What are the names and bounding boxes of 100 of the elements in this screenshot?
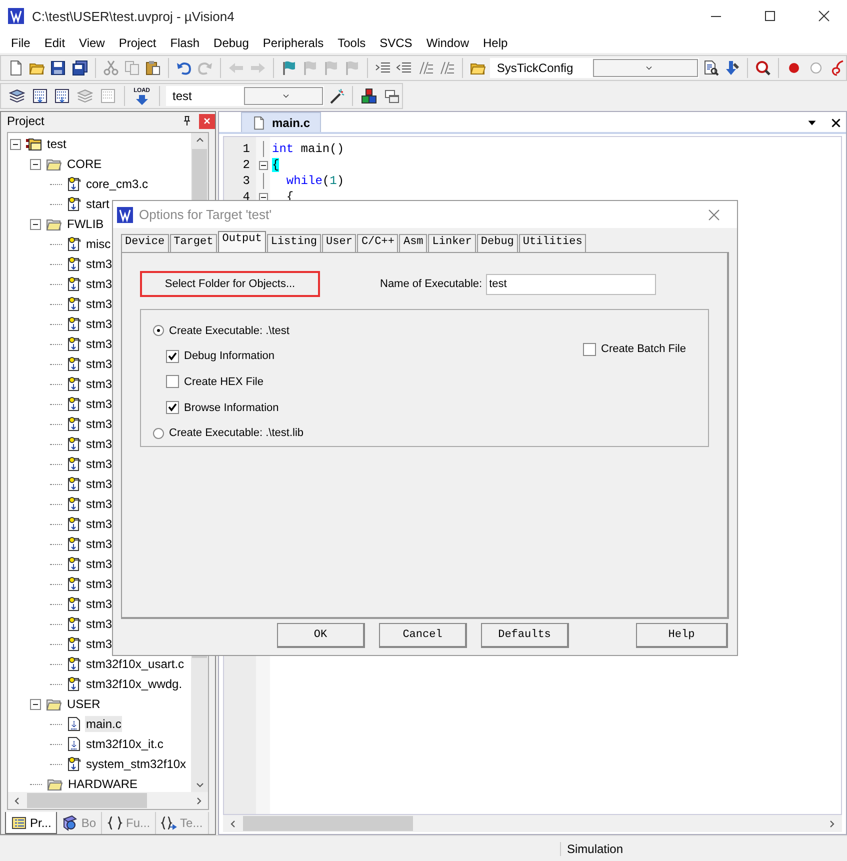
- tree-item[interactable]: FWLIB: [66, 216, 105, 232]
- tree-item[interactable]: stm3: [85, 556, 114, 572]
- tree-item[interactable]: CORE: [66, 156, 103, 172]
- menu-item[interactable]: Help: [476, 34, 515, 52]
- dialog-tab[interactable]: Device: [121, 234, 169, 252]
- maximize-icon: [762, 8, 778, 24]
- tree-item[interactable]: stm3: [85, 256, 114, 272]
- layers-icon: [8, 88, 25, 104]
- tree-item[interactable]: start: [85, 196, 110, 212]
- executable-name-field[interactable]: test: [486, 274, 656, 294]
- radio-button[interactable]: [153, 428, 164, 439]
- field-label: Name of Executable:: [380, 278, 482, 290]
- menu-item[interactable]: Project: [112, 34, 164, 52]
- checkbox[interactable]: [166, 375, 179, 388]
- tree-item[interactable]: stm3: [85, 356, 114, 372]
- menu-item[interactable]: File: [4, 34, 38, 52]
- collapse-toggle-icon[interactable]: [30, 218, 41, 230]
- tree-item[interactable]: HARDWARE: [67, 776, 139, 792]
- dialog-tab[interactable]: Listing: [266, 234, 322, 252]
- fold-toggle-icon[interactable]: [258, 192, 268, 202]
- blocks-button[interactable]: [359, 86, 380, 106]
- panel-close-button[interactable]: [199, 114, 215, 128]
- scroll-thumb[interactable]: [243, 816, 413, 831]
- checkbox[interactable]: [166, 401, 179, 414]
- back-arrow-icon: [228, 60, 244, 76]
- menu-item[interactable]: Edit: [37, 34, 72, 52]
- dialog-button[interactable]: OK: [277, 623, 365, 648]
- radio-button[interactable]: [153, 325, 164, 336]
- tree-item[interactable]: stm3: [85, 576, 114, 592]
- document-search-button[interactable]: [702, 58, 720, 78]
- search-button[interactable]: [754, 58, 772, 78]
- tree-item[interactable]: stm3: [85, 336, 114, 352]
- checkbox[interactable]: [583, 342, 596, 356]
- dialog-tab[interactable]: User: [322, 234, 356, 252]
- tree-item[interactable]: stm3: [85, 316, 114, 332]
- tree-item[interactable]: stm3: [85, 276, 114, 292]
- clipboard-button[interactable]: [144, 58, 162, 78]
- save-button[interactable]: [49, 58, 68, 78]
- horizontal-scrollbar[interactable]: [223, 815, 842, 832]
- tree-item[interactable]: misc: [85, 236, 112, 252]
- collapse-toggle-icon[interactable]: [30, 158, 41, 170]
- project-folder-icon: [25, 136, 43, 152]
- tree-item[interactable]: stm3: [85, 636, 114, 652]
- close-icon: [202, 116, 212, 126]
- tree-item[interactable]: stm3: [85, 396, 114, 412]
- target-combo[interactable]: test: [166, 86, 324, 106]
- tree-item[interactable]: stm3: [85, 536, 114, 552]
- tree-item[interactable]: core_cm3.c: [85, 176, 150, 192]
- function-combo[interactable]: SysTickConfig: [490, 58, 700, 78]
- dialog-tab[interactable]: Debug: [476, 234, 518, 252]
- tree-item[interactable]: test: [46, 136, 68, 152]
- tree-item[interactable]: stm3: [85, 616, 114, 632]
- tree-item[interactable]: stm3: [85, 376, 114, 392]
- dialog-tab[interactable]: Output: [218, 231, 266, 252]
- menu-item[interactable]: Debug: [206, 34, 256, 52]
- save-all-button[interactable]: [70, 58, 89, 78]
- horizontal-scrollbar[interactable]: [8, 792, 208, 809]
- menu-item[interactable]: Peripherals: [256, 34, 331, 52]
- menu-item[interactable]: SVCS: [372, 34, 420, 52]
- grid-document-icon: [54, 88, 70, 104]
- dialog-button[interactable]: Cancel: [379, 623, 467, 648]
- tree-item[interactable]: stm3: [85, 476, 114, 492]
- tree-item[interactable]: stm3: [85, 496, 114, 512]
- pin-button[interactable]: [181, 115, 193, 127]
- dialog-tab[interactable]: Utilities: [518, 234, 586, 252]
- dialog-tab[interactable]: Target: [170, 234, 218, 252]
- dialog-tab[interactable]: Asm: [399, 234, 428, 252]
- menu-item[interactable]: View: [72, 34, 112, 52]
- tree-item[interactable]: stm32f10x_wwdg.: [85, 676, 184, 692]
- scroll-thumb[interactable]: [27, 793, 147, 808]
- tree-item[interactable]: stm3: [85, 516, 114, 532]
- panel-tab[interactable]: Pr...: [5, 812, 58, 834]
- tree-item[interactable]: system_stm32f10x: [85, 756, 188, 772]
- tree-item[interactable]: USER: [66, 696, 102, 712]
- braces-icon: [107, 815, 124, 831]
- dialog-tab[interactable]: C/C++: [357, 234, 398, 252]
- line-number: 1: [242, 141, 251, 157]
- tree-item[interactable]: main.c: [85, 716, 122, 732]
- menu-item[interactable]: Tools: [330, 34, 373, 52]
- tree-item[interactable]: stm3: [85, 416, 114, 432]
- dialog-button[interactable]: Defaults: [481, 623, 569, 648]
- close-icon: [706, 206, 722, 222]
- dialog-tab[interactable]: Linker: [428, 234, 476, 252]
- checkbox[interactable]: [166, 350, 179, 363]
- menu-item[interactable]: Window: [419, 34, 476, 52]
- tree-item[interactable]: stm3: [85, 596, 114, 612]
- close-icon: [830, 116, 842, 128]
- dialog-button[interactable]: Help: [636, 623, 728, 648]
- tree-item[interactable]: stm32f10x_usart.c: [85, 656, 186, 672]
- tree-item[interactable]: stm32f10x_it.c: [85, 736, 164, 752]
- menu-item[interactable]: Flash: [163, 34, 207, 52]
- tree-item[interactable]: stm3: [85, 436, 114, 452]
- fold-toggle-icon[interactable]: [258, 160, 268, 170]
- tree-item[interactable]: stm3: [85, 456, 114, 472]
- tree-item[interactable]: stm3: [85, 296, 114, 312]
- editor-tab[interactable]: main.c: [241, 112, 322, 132]
- collapse-toggle-icon[interactable]: [10, 138, 21, 150]
- select-folder-button[interactable]: Select Folder for Objects...: [140, 271, 320, 297]
- flag-icon: [280, 60, 297, 76]
- collapse-toggle-icon[interactable]: [30, 698, 41, 710]
